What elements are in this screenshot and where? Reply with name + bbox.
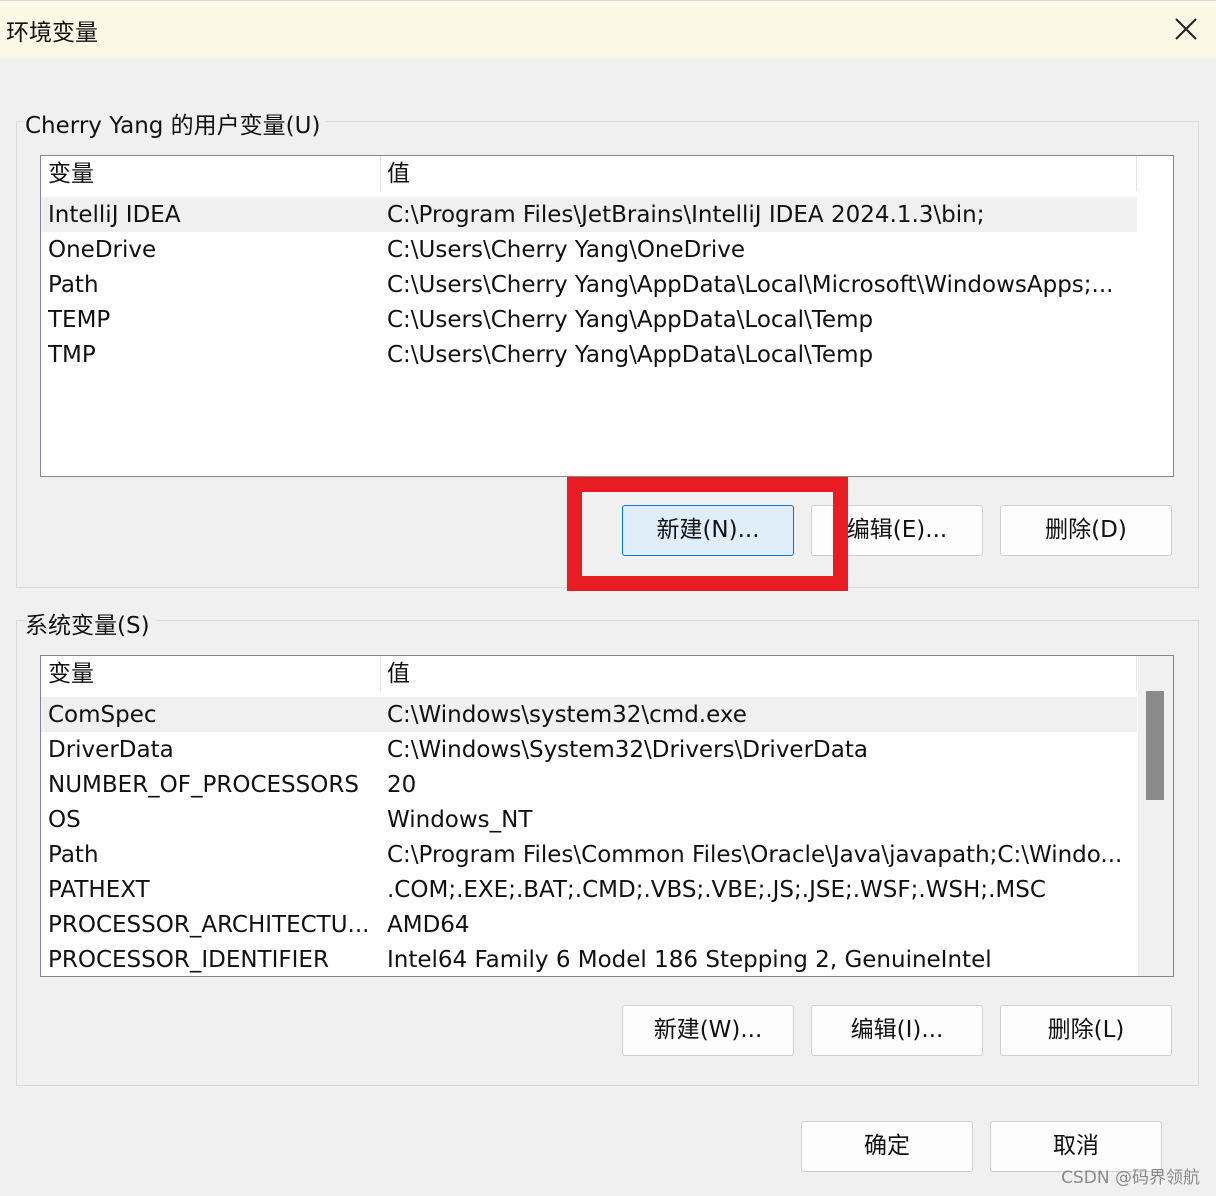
var-name: PROCESSOR_IDENTIFIER <box>48 947 329 973</box>
user-new-button[interactable]: 新建(N)... <box>622 505 794 556</box>
header-edge <box>1136 156 1137 191</box>
system-vars-label: 系统变量(S) <box>25 606 156 640</box>
watermark: CSDN @码界领航 <box>1061 1168 1200 1188</box>
var-name: Path <box>48 842 99 868</box>
header-edge <box>1136 656 1137 691</box>
scrollbar-thumb[interactable] <box>1146 691 1164 800</box>
var-value: C:\Users\Cherry Yang\AppData\Local\Temp <box>387 307 874 333</box>
table-row[interactable]: OS Windows_NT <box>41 802 1137 837</box>
var-value: 20 <box>387 772 417 798</box>
table-row[interactable]: OneDrive C:\Users\Cherry Yang\OneDrive <box>41 232 1137 267</box>
user-vars-label: Cherry Yang 的用户变量(U) <box>25 106 327 140</box>
user-delete-button[interactable]: 删除(D) <box>1000 505 1172 556</box>
var-name: PROCESSOR_ARCHITECTU... <box>48 912 370 938</box>
table-row[interactable]: PROCESSOR_IDENTIFIER Intel64 Family 6 Mo… <box>41 942 1137 976</box>
title-bar: 环境变量 <box>0 0 1216 58</box>
user-vars-list[interactable]: 变量 值 IntelliJ IDEA C:\Program Files\JetB… <box>40 155 1174 477</box>
var-name: TMP <box>48 342 96 368</box>
header-variable[interactable]: 变量 <box>48 656 376 691</box>
var-name: NUMBER_OF_PROCESSORS <box>48 772 359 798</box>
var-value: Intel64 Family 6 Model 186 Stepping 2, G… <box>387 947 992 973</box>
system-delete-button[interactable]: 删除(L) <box>1000 1005 1172 1056</box>
close-icon <box>1175 18 1197 40</box>
table-row[interactable]: PATHEXT .COM;.EXE;.BAT;.CMD;.VBS;.VBE;.J… <box>41 872 1137 907</box>
var-name: IntelliJ IDEA <box>48 202 181 228</box>
table-row[interactable]: IntelliJ IDEA C:\Program Files\JetBrains… <box>41 197 1137 232</box>
var-value: C:\Windows\system32\cmd.exe <box>387 702 747 728</box>
column-divider[interactable] <box>380 656 381 691</box>
table-row[interactable]: Path C:\Users\Cherry Yang\AppData\Local\… <box>41 267 1137 302</box>
table-row[interactable]: NUMBER_OF_PROCESSORS 20 <box>41 767 1137 802</box>
var-name: TEMP <box>48 307 111 333</box>
header-value[interactable]: 值 <box>387 656 1132 691</box>
var-value: C:\Users\Cherry Yang\AppData\Local\Micro… <box>387 272 1114 298</box>
table-row[interactable]: ComSpec C:\Windows\system32\cmd.exe <box>41 697 1137 732</box>
table-row[interactable]: TEMP C:\Users\Cherry Yang\AppData\Local\… <box>41 302 1137 337</box>
var-name: ComSpec <box>48 702 157 728</box>
var-value: C:\Users\Cherry Yang\AppData\Local\Temp <box>387 342 874 368</box>
var-name: Path <box>48 272 99 298</box>
var-value: C:\Program Files\JetBrains\IntelliJ IDEA… <box>387 202 985 228</box>
var-value: C:\Windows\System32\Drivers\DriverData <box>387 737 868 763</box>
window-title: 环境变量 <box>6 20 98 46</box>
close-button[interactable] <box>1166 9 1206 49</box>
system-vars-list[interactable]: 变量 值 ComSpec C:\Windows\system32\cmd.exe… <box>40 655 1174 977</box>
table-row[interactable]: Path C:\Program Files\Common Files\Oracl… <box>41 837 1137 872</box>
var-value: C:\Program Files\Common Files\Oracle\Jav… <box>387 842 1123 868</box>
user-edit-button[interactable]: 编辑(E)... <box>811 505 983 556</box>
system-edit-button[interactable]: 编辑(I)... <box>811 1005 983 1056</box>
vertical-scrollbar[interactable] <box>1138 656 1173 976</box>
var-value: AMD64 <box>387 912 470 938</box>
var-name: OneDrive <box>48 237 157 263</box>
system-new-button[interactable]: 新建(W)... <box>622 1005 794 1056</box>
column-divider[interactable] <box>380 156 381 191</box>
var-value: Windows_NT <box>387 807 533 833</box>
table-row[interactable]: TMP C:\Users\Cherry Yang\AppData\Local\T… <box>41 337 1137 372</box>
var-value: C:\Users\Cherry Yang\OneDrive <box>387 237 745 263</box>
list-header: 变量 值 <box>41 656 1137 691</box>
table-row[interactable]: PROCESSOR_ARCHITECTU... AMD64 <box>41 907 1137 942</box>
var-name: PATHEXT <box>48 877 150 903</box>
list-header: 变量 值 <box>41 156 1137 191</box>
var-value: .COM;.EXE;.BAT;.CMD;.VBS;.VBE;.JS;.JSE;.… <box>387 877 1046 903</box>
header-value[interactable]: 值 <box>387 156 1132 191</box>
var-name: DriverData <box>48 737 174 763</box>
header-variable[interactable]: 变量 <box>48 156 376 191</box>
table-row[interactable]: DriverData C:\Windows\System32\Drivers\D… <box>41 732 1137 767</box>
var-name: OS <box>48 807 81 833</box>
ok-button[interactable]: 确定 <box>801 1121 973 1172</box>
